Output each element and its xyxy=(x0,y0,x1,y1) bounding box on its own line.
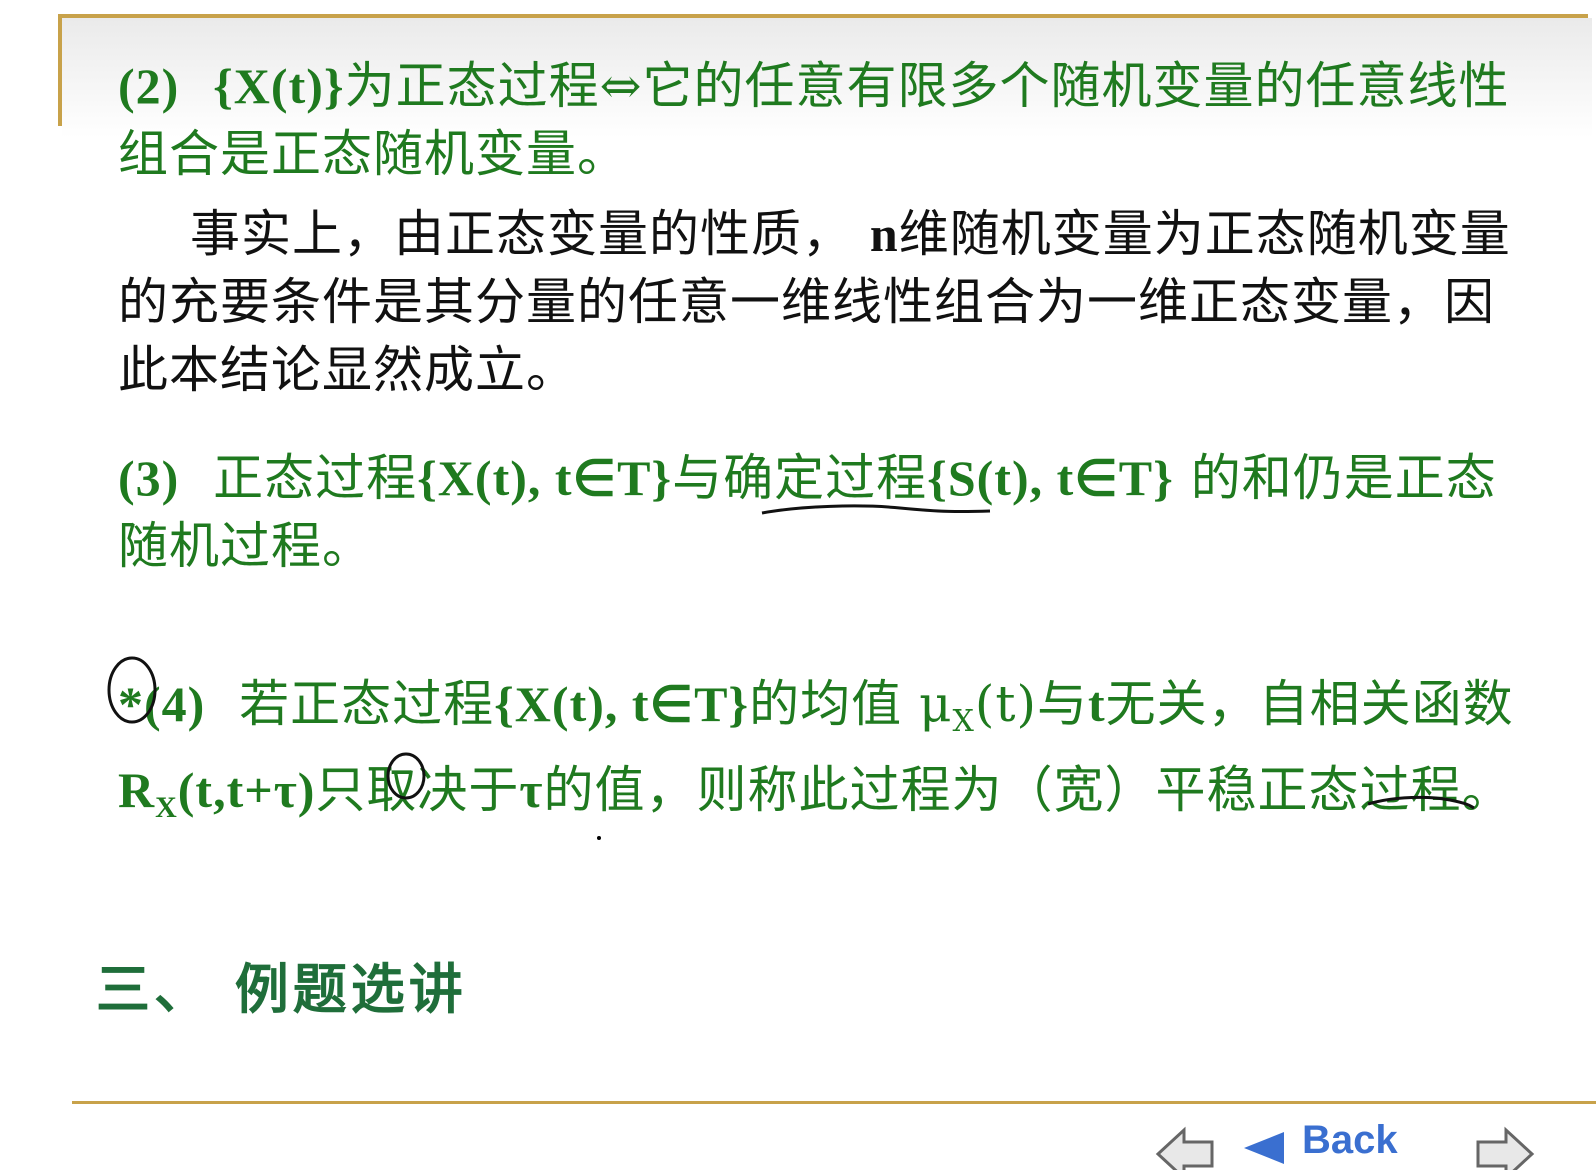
back-button[interactable]: Back xyxy=(1240,1118,1450,1170)
section-heading: 三、 例题选讲 xyxy=(96,957,467,1021)
next-button[interactable] xyxy=(1470,1118,1540,1174)
stray-dot xyxy=(597,836,601,840)
prev-button[interactable] xyxy=(1150,1118,1220,1174)
right-arrow-icon xyxy=(1476,1126,1535,1174)
back-label: Back xyxy=(1302,1118,1398,1162)
underline-deterministic xyxy=(761,504,991,515)
underline-stationary xyxy=(1367,795,1475,810)
circle-tau xyxy=(386,752,426,800)
back-arrow-icon xyxy=(1244,1132,1284,1164)
footer-line xyxy=(72,1101,1596,1104)
left-arrow-icon xyxy=(1155,1126,1214,1174)
circle-star xyxy=(107,656,157,724)
